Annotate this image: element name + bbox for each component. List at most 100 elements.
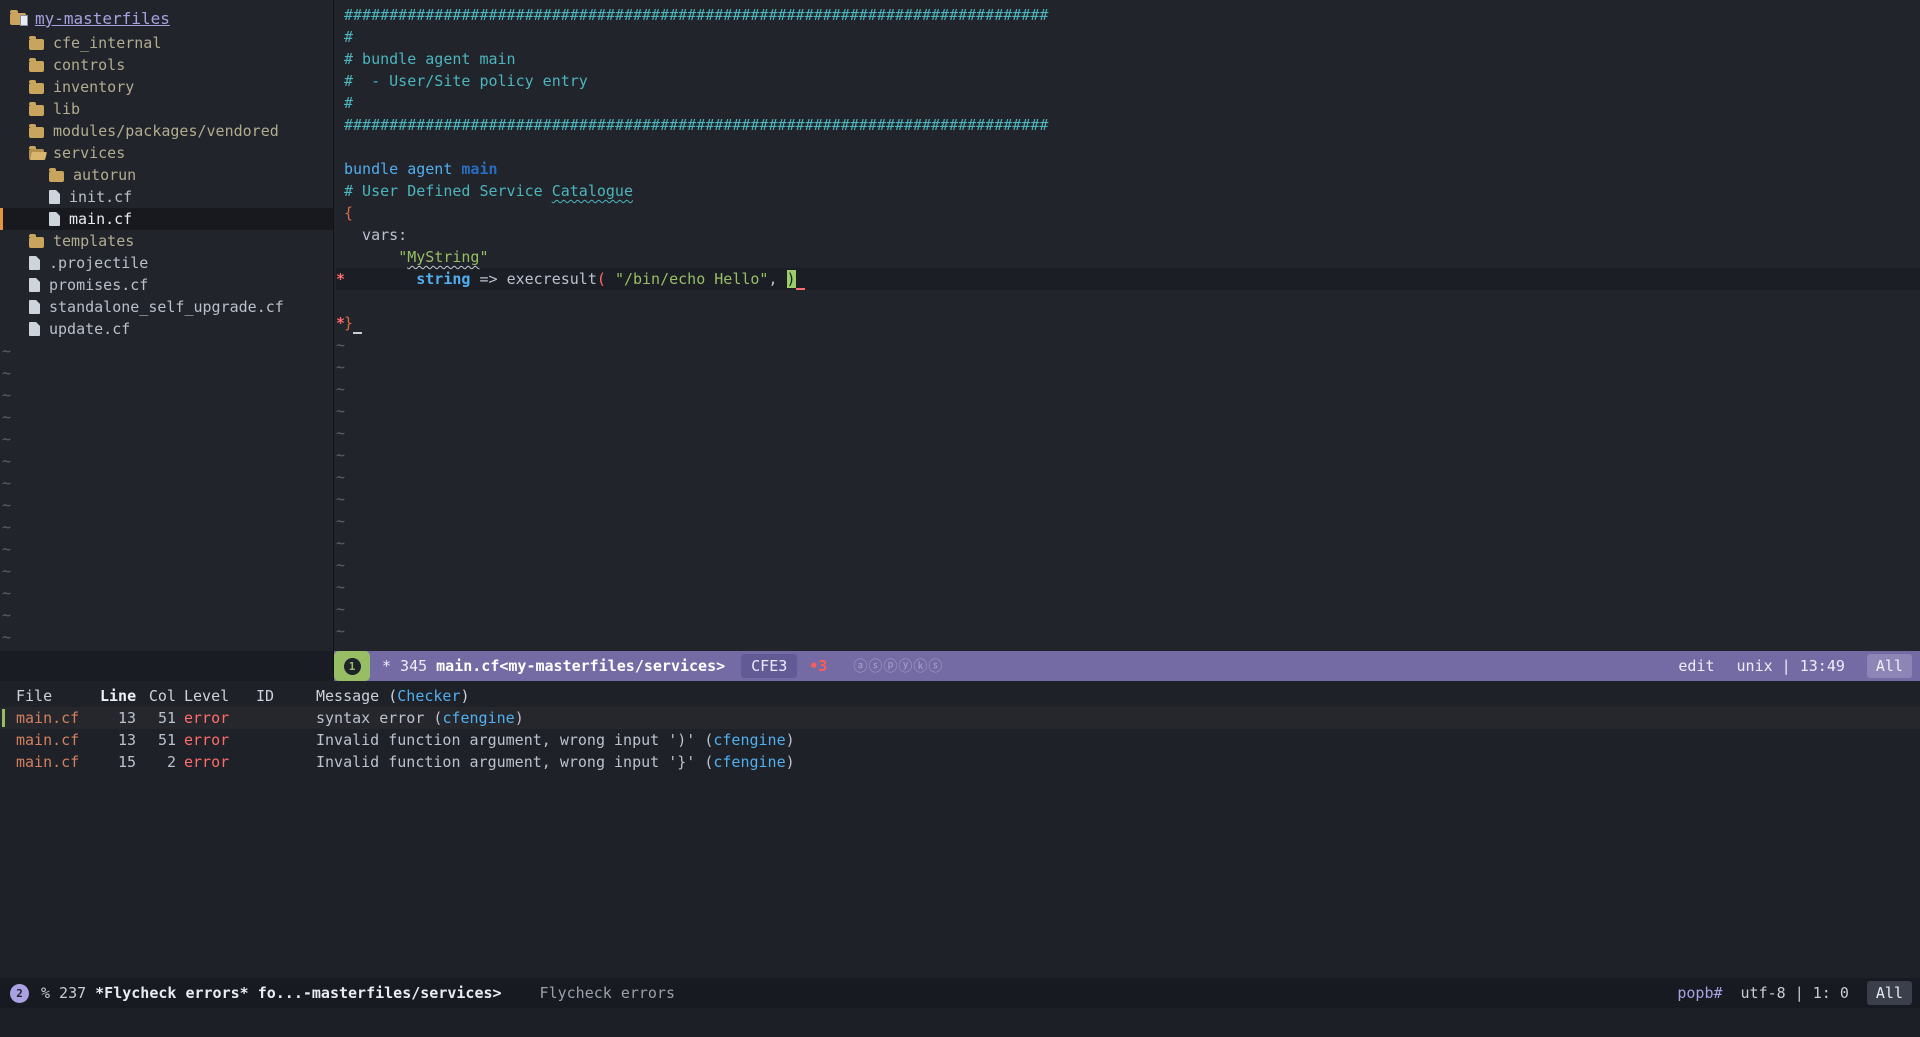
col-level[interactable]: Level — [184, 685, 256, 707]
error-row[interactable]: main.cf152errorInvalid function argument… — [0, 751, 1920, 773]
tilde: ~ — [336, 356, 344, 378]
major-mode-chip[interactable]: CFE3 — [741, 654, 797, 678]
folder-icon — [29, 61, 44, 72]
tilde: ~ — [0, 428, 333, 450]
code-line[interactable]: ########################################… — [336, 4, 1920, 26]
tree-item-promises.cf[interactable]: promises.cf — [0, 274, 333, 296]
tree-item-update.cf[interactable]: update.cf — [0, 318, 333, 340]
fringe-marker — [336, 202, 344, 224]
empty-line: ~ — [336, 444, 1920, 466]
code-line[interactable]: # - User/Site policy entry — [336, 70, 1920, 92]
tilde: ~ — [0, 472, 333, 494]
code-line[interactable] — [336, 290, 1920, 312]
tree-item-label: controls — [53, 56, 125, 74]
tree-item-label: init.cf — [69, 188, 132, 206]
tree-item-label: inventory — [53, 78, 134, 96]
col-col[interactable]: Col — [144, 685, 184, 707]
empty-line: ~ — [336, 620, 1920, 642]
tree-item-templates[interactable]: templates — [0, 230, 333, 252]
col-line[interactable]: Line — [100, 685, 144, 707]
empty-line: ~ — [336, 532, 1920, 554]
window-number-badge-2: 2 — [10, 984, 29, 1003]
code-line[interactable]: # bundle agent main — [336, 48, 1920, 70]
tree-item-inventory[interactable]: inventory — [0, 76, 333, 98]
code-line[interactable]: *} — [336, 312, 1920, 334]
fringe-marker — [336, 92, 344, 114]
fringe-marker — [336, 4, 344, 26]
error-row[interactable]: main.cf1351errorsyntax error (cfengine) — [0, 707, 1920, 729]
code-line[interactable]: ########################################… — [336, 114, 1920, 136]
fringe-marker: * — [336, 268, 344, 290]
fringe-marker — [336, 158, 344, 180]
folder-icon — [29, 149, 44, 160]
editor-modeline: 1 * 345 main.cf<my-masterfiles/services>… — [334, 651, 1920, 681]
eol-and-time: unix | 13:49 — [1737, 657, 1845, 675]
folder-icon — [29, 83, 44, 94]
tilde: ~ — [0, 362, 333, 384]
tree-item-label: promises.cf — [49, 276, 148, 294]
tree-item-label: lib — [53, 100, 80, 118]
empty-line: ~ — [336, 356, 1920, 378]
tilde: ~ — [336, 488, 344, 510]
code-line[interactable]: # — [336, 92, 1920, 114]
code-line[interactable]: "MyString" — [336, 246, 1920, 268]
flycheck-buffer-position: % 237 — [41, 984, 86, 1002]
code-line[interactable]: vars: — [336, 224, 1920, 246]
code-line[interactable] — [336, 136, 1920, 158]
tree-item-autorun[interactable]: autorun — [0, 164, 333, 186]
tree-item-label: autorun — [73, 166, 136, 184]
tilde: ~ — [336, 510, 344, 532]
file-icon — [49, 190, 60, 204]
flycheck-modeline: 2 % 237 *Flycheck errors* fo...-masterfi… — [0, 978, 1920, 1008]
code-line[interactable]: * string => execresult( "/bin/echo Hello… — [336, 268, 1920, 290]
col-file[interactable]: File — [16, 685, 100, 707]
code-line[interactable]: # User Defined Service Catalogue — [336, 180, 1920, 202]
tree-item-standalone_self_upgrade.cf[interactable]: standalone_self_upgrade.cf — [0, 296, 333, 318]
tree-item-modules/packages/vendored[interactable]: modules/packages/vendored — [0, 120, 333, 142]
flycheck-error-count[interactable]: •3 — [809, 657, 827, 675]
tree-item-services[interactable]: services — [0, 142, 333, 164]
fringe-marker — [336, 26, 344, 48]
code-line[interactable]: bundle agent main — [336, 158, 1920, 180]
fringe-marker — [336, 290, 344, 312]
tree-item-init.cf[interactable]: init.cf — [0, 186, 333, 208]
file-icon — [29, 256, 40, 270]
empty-line: ~ — [336, 576, 1920, 598]
tilde: ~ — [336, 620, 344, 642]
tree-root-item[interactable]: my-masterfiles — [0, 5, 333, 32]
col-message[interactable]: Message (Checker) — [316, 685, 1912, 707]
flycheck-errors-window[interactable]: File Line Col Level ID Message (Checker)… — [0, 681, 1920, 978]
tilde: ~ — [336, 598, 344, 620]
folder-icon — [29, 237, 44, 248]
minor-mode-indicators: ⓐⓢⓟⓨⓚⓢ — [853, 656, 943, 676]
tree-item-lib[interactable]: lib — [0, 98, 333, 120]
fringe-marker — [336, 246, 344, 268]
tilde: ~ — [0, 538, 333, 560]
code-line[interactable]: # — [336, 26, 1920, 48]
window-number: 1 — [344, 658, 361, 675]
empty-line: ~ — [336, 510, 1920, 532]
col-id[interactable]: ID — [256, 685, 316, 707]
tilde: ~ — [0, 406, 333, 428]
flycheck-modeline-right: popb# utf-8 | 1: 0 All — [1677, 981, 1912, 1005]
tree-item-main.cf[interactable]: main.cf — [0, 208, 333, 230]
flycheck-mode-name: Flycheck errors — [540, 984, 675, 1002]
fringe-marker — [336, 224, 344, 246]
error-row[interactable]: main.cf1351errorInvalid function argumen… — [0, 729, 1920, 751]
folder-icon — [49, 171, 64, 182]
echo-area[interactable]: string execresult(string /Fully qualifie… — [0, 1008, 1920, 1037]
top-windows: my-masterfiles cfe_internal controls inven… — [0, 0, 1920, 681]
empty-line: ~ — [336, 598, 1920, 620]
code-editor[interactable]: ########################################… — [334, 0, 1920, 651]
file-icon — [29, 322, 40, 336]
scroll-position-chip-2: All — [1867, 981, 1912, 1005]
tree-item-.projectile[interactable]: .projectile — [0, 252, 333, 274]
tree-items: cfe_internal controls inventory lib modules/… — [0, 32, 333, 340]
empty-line: ~ — [336, 466, 1920, 488]
code-line[interactable]: { — [336, 202, 1920, 224]
tilde: ~ — [336, 422, 344, 444]
tree-item-cfe_internal[interactable]: cfe_internal — [0, 32, 333, 54]
tree-item-controls[interactable]: controls — [0, 54, 333, 76]
file-icon — [29, 300, 40, 314]
tilde: ~ — [336, 532, 344, 554]
